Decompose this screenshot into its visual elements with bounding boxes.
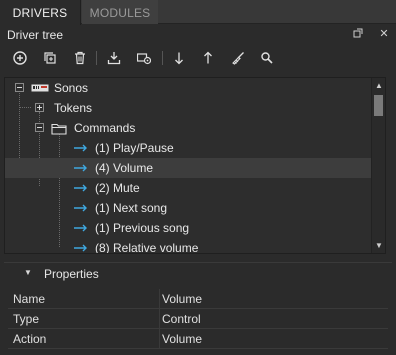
arrow-down-icon <box>175 52 183 65</box>
device-settings-button[interactable] <box>134 49 154 67</box>
tree-node-label: Commands <box>74 121 136 135</box>
column-divider <box>159 309 160 329</box>
folder-icon <box>51 118 71 138</box>
scroll-down-icon[interactable]: ▼ <box>372 239 385 253</box>
driver-tree[interactable]: Sonos Tokens Commands (1) Play/Pause (4)… <box>4 77 386 254</box>
download-tray-icon <box>107 52 121 65</box>
tree-node-sonos[interactable]: Sonos <box>5 78 371 98</box>
tree-node-label: Sonos <box>54 81 89 95</box>
properties-header[interactable]: ▼ Properties <box>4 262 392 284</box>
tree-item-label: (4) Volume <box>95 161 154 175</box>
tree-node-commands[interactable]: Commands <box>5 118 371 138</box>
tree-node-tokens[interactable]: Tokens <box>5 98 371 118</box>
search-button[interactable] <box>257 49 277 67</box>
duplicate-icon <box>44 52 56 64</box>
arrow-right-icon <box>74 238 90 253</box>
import-button[interactable] <box>104 49 124 67</box>
duplicate-button[interactable] <box>40 49 60 67</box>
device-gear-icon <box>137 53 151 65</box>
arrow-right-icon <box>74 158 90 178</box>
tree-scrollbar[interactable]: ▲ ▼ <box>371 78 385 253</box>
tree-command-item[interactable]: (1) Next song <box>5 198 371 218</box>
property-value[interactable]: Volume <box>162 289 202 309</box>
arrow-right-icon <box>74 218 90 238</box>
tree-node-label: Tokens <box>54 101 93 115</box>
close-icon[interactable]: ✕ <box>378 28 390 40</box>
move-down-button[interactable] <box>169 49 189 67</box>
tree-item-label: (1) Next song <box>95 201 168 215</box>
broom-icon <box>232 52 244 65</box>
panel-header: Driver tree ✕ <box>0 25 396 44</box>
toolbar <box>0 44 396 72</box>
properties-title: Properties <box>44 267 99 281</box>
tree-command-item[interactable]: (4) Volume <box>5 158 371 178</box>
property-row[interactable]: Name Volume <box>8 289 388 309</box>
tree-item-label: (1) Previous song <box>95 221 190 235</box>
tab-drivers-tree[interactable]: DRIVERS TREE <box>0 0 81 46</box>
tree-command-item[interactable]: (1) Previous song <box>5 218 371 238</box>
expand-toggle[interactable] <box>35 103 44 112</box>
delete-button[interactable] <box>70 49 90 67</box>
arrow-right-icon <box>74 138 90 158</box>
panel-title: Driver tree <box>7 28 64 42</box>
collapse-toggle[interactable] <box>15 83 24 92</box>
arrow-up-icon <box>204 51 212 64</box>
trash-icon <box>75 51 85 65</box>
property-name: Name <box>13 292 46 306</box>
tree-command-item[interactable]: (1) Play/Pause <box>5 138 371 158</box>
tree-command-item[interactable]: (8) Relative volume <box>5 238 371 254</box>
property-value[interactable]: Volume <box>162 329 202 349</box>
arrow-right-icon <box>74 198 90 218</box>
scroll-up-icon[interactable]: ▲ <box>372 79 385 93</box>
collapse-caret-icon[interactable]: ▼ <box>24 268 32 277</box>
clean-button[interactable] <box>228 49 248 67</box>
tab-bar: DRIVERS TREE MODULES <box>0 0 396 46</box>
device-icon <box>31 78 51 98</box>
scroll-thumb[interactable] <box>374 95 383 116</box>
property-value[interactable]: Control <box>162 309 201 329</box>
collapse-toggle[interactable] <box>35 123 44 132</box>
toolbar-divider <box>96 51 97 65</box>
property-row[interactable]: Type Control <box>8 309 388 329</box>
move-up-button[interactable] <box>198 49 218 67</box>
properties-grid: Name Volume Type Control Action Volume <box>8 289 388 349</box>
float-panel-icon[interactable] <box>352 28 364 40</box>
column-divider <box>159 289 160 309</box>
toolbar-divider <box>162 51 163 65</box>
property-row[interactable]: Action Volume <box>8 329 388 349</box>
add-button[interactable] <box>10 49 30 67</box>
property-name: Action <box>13 332 47 346</box>
tree-item-label: (1) Play/Pause <box>95 141 174 155</box>
property-name: Type <box>13 312 40 326</box>
search-icon <box>261 52 273 64</box>
column-divider <box>159 329 160 349</box>
arrow-right-icon <box>74 178 90 198</box>
tree-command-item[interactable]: (2) Mute <box>5 178 371 198</box>
tree-item-label: (2) Mute <box>95 181 140 195</box>
add-circle-icon <box>13 51 27 65</box>
tab-modules[interactable]: MODULES <box>82 0 158 24</box>
tree-item-label: (8) Relative volume <box>95 241 199 254</box>
